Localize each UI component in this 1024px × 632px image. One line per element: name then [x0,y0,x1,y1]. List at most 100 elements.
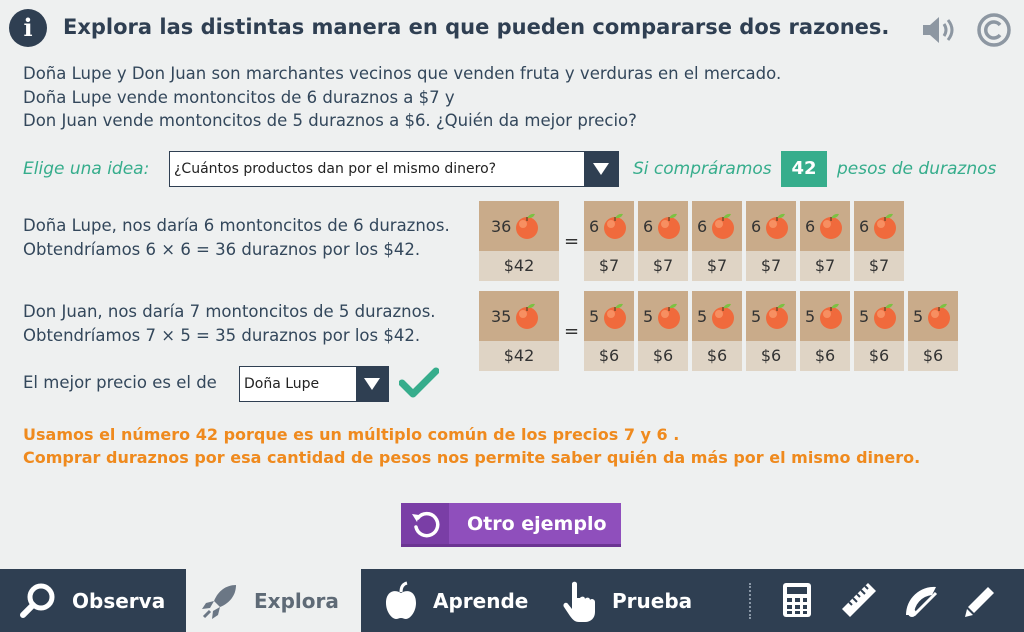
apple-icon [386,581,416,619]
juan-description: Don Juan, nos daría 7 montoncitos de 5 d… [23,300,436,348]
tile-price: $7 [692,251,742,281]
explanation-line-1: Usamos el número 42 porque es un múltipl… [23,425,680,444]
tile-price: $7 [800,251,850,281]
pencil-icon[interactable] [962,581,1000,619]
pile-tile: 5 $6 [638,291,688,371]
tile-price: $6 [638,341,688,371]
tile-count: 5 [854,291,904,341]
tile-price: $6 [908,341,958,371]
tile-price: $6 [692,341,742,371]
tile-count: 6 [638,201,688,251]
speaker-icon[interactable] [921,14,957,46]
peach-icon [604,213,627,239]
peach-icon [516,213,539,239]
idea-label: Elige una idea: [23,159,150,179]
si-compraramos-label: Si compráramos [633,159,772,179]
nav-observa[interactable]: Observa [18,569,186,632]
problem-line: Don Juan vende montoncitos de 5 duraznos… [23,111,637,130]
pile-tile: 6 $7 [746,201,796,281]
pesos-label: pesos de duraznos [837,159,997,179]
juan-line: Obtendríamos 7 × 5 = 35 duraznos por los… [23,326,421,345]
peach-icon [658,303,681,329]
pile-tile: 6 $7 [800,201,850,281]
check-icon [399,367,439,398]
peach-icon [766,213,789,239]
tile-count: 5 [638,291,688,341]
nav-explora[interactable]: Explora [186,569,361,632]
tile-price: $7 [584,251,634,281]
tile-price: $6 [584,341,634,371]
tile-count: 5 [800,291,850,341]
otro-ejemplo-label: Otro ejemplo [467,512,607,535]
tile-count: 5 [692,291,742,341]
lupe-line: Obtendríamos 6 × 6 = 36 duraznos por los… [23,240,421,259]
amount-badge: 42 [781,151,827,187]
pile-tile: 5 $6 [746,291,796,371]
peach-icon [658,213,681,239]
tile-price: $6 [800,341,850,371]
nav-separator [749,583,751,619]
problem-statement: Doña Lupe y Don Juan son marchantes veci… [23,62,781,133]
nav-prueba-label: Prueba [612,588,693,613]
lupe-line: Doña Lupe, nos daría 6 montoncitos de 6 … [23,216,450,235]
pile-tile: 6 $7 [692,201,742,281]
tile-count: 5 [746,291,796,341]
equals-sign: = [564,231,580,252]
info-icon[interactable]: i [9,9,47,47]
tile-price: $6 [854,341,904,371]
peach-icon [874,303,897,329]
pile-tile: 6 $7 [638,201,688,281]
nav-aprende[interactable]: Aprende [383,569,553,632]
peach-icon [820,303,843,329]
pile-tile: 5 $6 [692,291,742,371]
problem-line: Doña Lupe y Don Juan son marchantes veci… [23,64,782,83]
tile-count: 6 [584,201,634,251]
peach-icon [604,303,627,329]
tile-price: $7 [638,251,688,281]
magnifier-icon [20,583,55,618]
page-title: Explora las distintas manera en que pued… [63,15,890,39]
ruler-icon[interactable] [840,581,878,619]
answer-dropdown[interactable]: Doña Lupe [239,366,389,402]
chevron-down-icon[interactable] [584,152,618,186]
calculator-icon[interactable] [778,581,816,619]
nav-observa-label: Observa [72,588,166,613]
answer-label: El mejor precio es el de [23,373,217,392]
tile-count: 35 [479,291,559,341]
nav-aprende-label: Aprende [433,588,529,613]
problem-line: Doña Lupe vende montoncitos de 6 durazno… [23,87,455,107]
copyright-icon[interactable] [976,12,1012,48]
otro-ejemplo-button[interactable]: Otro ejemplo [401,503,621,547]
answer-dropdown-value: Doña Lupe [244,376,320,392]
peach-icon [766,303,789,329]
refresh-icon [401,503,449,544]
explanation-line-2: Comprar duraznos por esa cantidad de pes… [23,448,921,467]
pile-tile: 6 $7 [584,201,634,281]
tile-count: 5 [908,291,958,341]
peach-icon [516,303,539,329]
chevron-down-icon[interactable] [356,367,388,401]
nav-prueba[interactable]: Prueba [562,569,732,632]
protractor-icon[interactable] [902,581,940,619]
rocket-icon [202,584,236,619]
juan-line: Don Juan, nos daría 7 montoncitos de 5 d… [23,302,436,321]
peach-icon [874,213,897,239]
peach-icon [820,213,843,239]
idea-dropdown[interactable]: ¿Cuántos productos dan por el mismo dine… [169,151,619,187]
pointing-hand-icon [563,581,595,622]
total-tile: 36 $42 [479,201,559,281]
pile-tile: 5 $6 [800,291,850,371]
tile-count: 6 [854,201,904,251]
tile-count: 6 [692,201,742,251]
tile-count: 6 [746,201,796,251]
tile-count: 5 [584,291,634,341]
pile-tile: 5 $6 [584,291,634,371]
idea-dropdown-value: ¿Cuántos productos dan por el mismo dine… [174,161,497,177]
tile-price: $42 [479,341,559,371]
nav-explora-label: Explora [254,588,339,613]
pile-tile: 6 $7 [854,201,904,281]
equals-sign: = [564,321,580,342]
tile-price: $7 [746,251,796,281]
tile-price: $7 [854,251,904,281]
peach-icon [712,213,735,239]
